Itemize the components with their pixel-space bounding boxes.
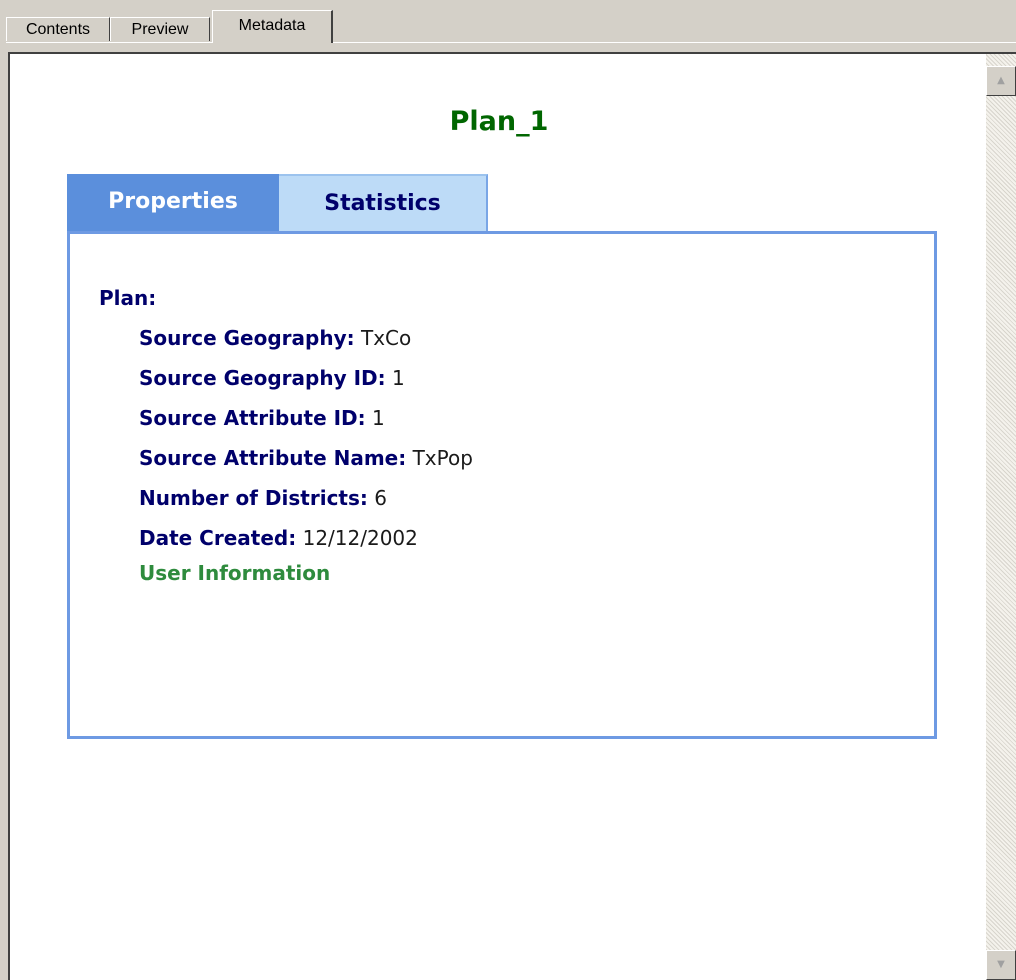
metadata-panel: ▲ ▼ Plan_1 Properties Statistics Plan: S… <box>8 52 1016 980</box>
property-key: Source Attribute ID: <box>139 406 366 430</box>
property-key: Date Created: <box>139 526 297 550</box>
property-row: Source Geography ID: 1 <box>139 366 405 390</box>
outer-tab-strip: Contents Preview Metadata <box>6 8 1016 43</box>
property-key: Number of Districts: <box>139 486 368 510</box>
property-row: Date Created: 12/12/2002 <box>139 526 418 550</box>
tab-properties[interactable]: Properties <box>67 174 279 231</box>
property-value: 1 <box>372 406 385 430</box>
properties-box: Plan: Source Geography: TxCo Source Geog… <box>67 231 937 739</box>
property-key: Source Attribute Name: <box>139 446 407 470</box>
section-label-plan: Plan: <box>99 286 157 310</box>
scroll-up-icon[interactable]: ▲ <box>986 66 1016 96</box>
tab-contents[interactable]: Contents <box>6 17 110 41</box>
property-key: Source Geography ID: <box>139 366 386 390</box>
property-row: Source Attribute Name: TxPop <box>139 446 473 470</box>
property-row: Number of Districts: 6 <box>139 486 387 510</box>
user-information-link[interactable]: User Information <box>139 561 330 585</box>
property-value: TxPop <box>412 446 473 470</box>
property-key: Source Geography: <box>139 326 355 350</box>
vertical-scrollbar[interactable]: ▲ ▼ <box>986 54 1016 980</box>
scroll-down-icon[interactable]: ▼ <box>986 950 1016 980</box>
property-value: 12/12/2002 <box>302 526 418 550</box>
property-value: 6 <box>374 486 387 510</box>
page-title: Plan_1 <box>449 106 549 137</box>
property-row: Source Geography: TxCo <box>139 326 411 350</box>
property-row: Source Attribute ID: 1 <box>139 406 385 430</box>
tab-statistics[interactable]: Statistics <box>279 174 488 231</box>
tab-preview[interactable]: Preview <box>110 17 210 41</box>
tab-strip-divider <box>6 42 1016 43</box>
tab-metadata[interactable]: Metadata <box>212 10 333 43</box>
property-value: 1 <box>391 366 405 390</box>
property-value: TxCo <box>360 326 412 350</box>
